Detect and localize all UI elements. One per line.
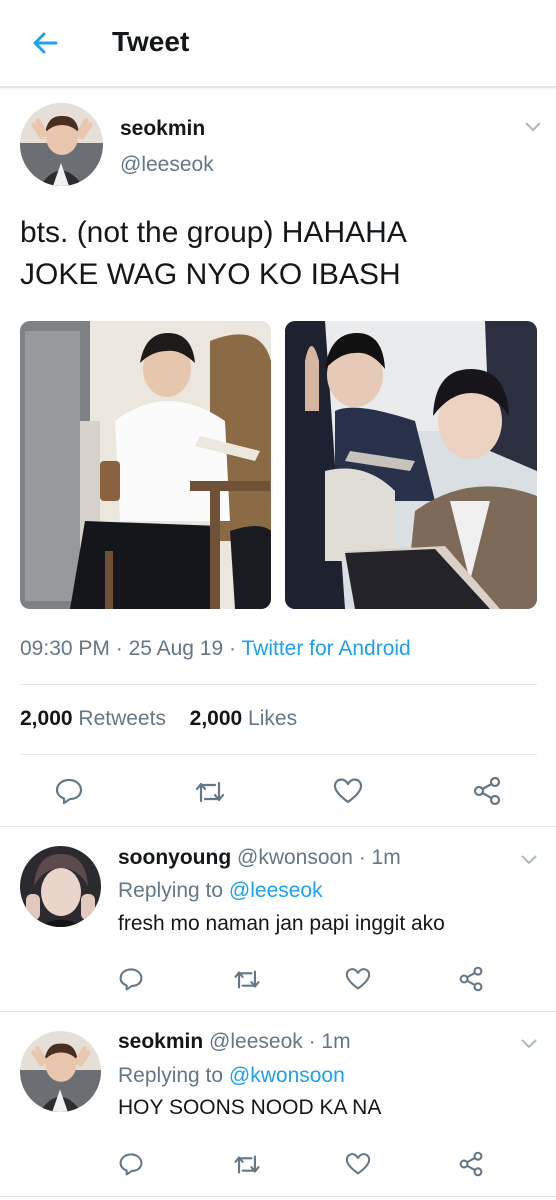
back-arrow-icon[interactable] — [30, 28, 60, 58]
divider — [20, 754, 537, 755]
chevron-down-icon[interactable] — [519, 1037, 539, 1051]
reply-author-handle[interactable]: @leeseok — [209, 1030, 303, 1053]
replying-to-label: Replying to — [118, 879, 224, 902]
tweet-text-line: bts. (not the group) HAHAHA — [20, 216, 407, 249]
heart-icon[interactable] — [333, 777, 363, 805]
retweet-icon[interactable] — [232, 967, 262, 992]
reply-icon[interactable] — [54, 776, 84, 806]
tweet-date: 25 Aug 19 — [128, 637, 224, 660]
reply-text: HOY SOONS NOOD KA NA — [118, 1096, 382, 1119]
author-handle[interactable]: @leeseok — [120, 153, 214, 177]
heart-icon[interactable] — [345, 1152, 371, 1176]
likes-count: 2,000 — [189, 707, 243, 730]
separator: · — [115, 637, 123, 660]
replying-to-handle[interactable]: @kwonsoon — [229, 1064, 345, 1087]
reply-author-name[interactable]: soonyoung — [118, 846, 231, 869]
replying-to: Replying to @leeseok — [118, 879, 323, 903]
divider — [0, 1196, 556, 1197]
tweet-time: 09:30 PM — [20, 637, 110, 660]
chevron-down-icon[interactable] — [519, 853, 539, 867]
reply-avatar[interactable] — [20, 846, 101, 927]
share-icon[interactable] — [472, 776, 502, 806]
tweet-stats: 2,000 Retweets 2,000 Likes — [20, 707, 297, 731]
author-avatar[interactable] — [20, 103, 103, 186]
share-icon[interactable] — [458, 1151, 484, 1177]
separator: · — [229, 637, 237, 660]
tweet-source-link[interactable]: Twitter for Android — [241, 637, 410, 660]
retweets-stat[interactable]: 2,000 Retweets — [20, 707, 166, 730]
reply-header: seokmin @leeseok · 1m — [118, 1030, 351, 1054]
likes-label: Likes — [248, 707, 298, 730]
chevron-down-icon[interactable] — [523, 120, 543, 134]
reply-icon[interactable] — [118, 1151, 144, 1177]
heart-icon[interactable] — [345, 967, 371, 991]
retweets-count: 2,000 — [20, 707, 73, 730]
replying-to-label: Replying to — [118, 1064, 224, 1087]
divider — [0, 826, 556, 827]
reply-author-name[interactable]: seokmin — [118, 1030, 203, 1053]
reply-time: · 1m — [308, 1030, 351, 1053]
page-title: Tweet — [112, 26, 190, 57]
retweet-icon[interactable] — [193, 778, 227, 806]
reply-header: soonyoung @kwonsoon · 1m — [118, 846, 401, 870]
reply-avatar[interactable] — [20, 1031, 101, 1112]
replying-to-handle[interactable]: @leeseok — [229, 879, 323, 902]
reply-time: · 1m — [358, 846, 401, 869]
replying-to: Replying to @kwonsoon — [118, 1064, 345, 1088]
reply-author-handle[interactable]: @kwonsoon — [237, 846, 353, 869]
reply-icon[interactable] — [118, 966, 144, 992]
tweet-photo-2[interactable] — [285, 321, 537, 609]
reply-text: fresh mo naman jan papi inggit ako — [118, 912, 445, 935]
share-icon[interactable] — [458, 966, 484, 992]
author-name[interactable]: seokmin — [120, 117, 205, 141]
retweet-icon[interactable] — [232, 1152, 262, 1177]
divider — [20, 684, 537, 685]
app-header: Tweet — [0, 0, 556, 88]
tweet-text: bts. (not the group) HAHAHA JOKE WAG NYO… — [20, 212, 407, 296]
tweet-photo-1[interactable] — [20, 321, 271, 609]
retweets-label: Retweets — [78, 707, 166, 730]
likes-stat[interactable]: 2,000 Likes — [190, 707, 297, 730]
tweet-timestamp: 09:30 PM · 25 Aug 19 · Twitter for Andro… — [20, 637, 411, 661]
divider — [0, 1011, 556, 1012]
tweet-text-line: JOKE WAG NYO KO IBASH — [20, 258, 401, 291]
